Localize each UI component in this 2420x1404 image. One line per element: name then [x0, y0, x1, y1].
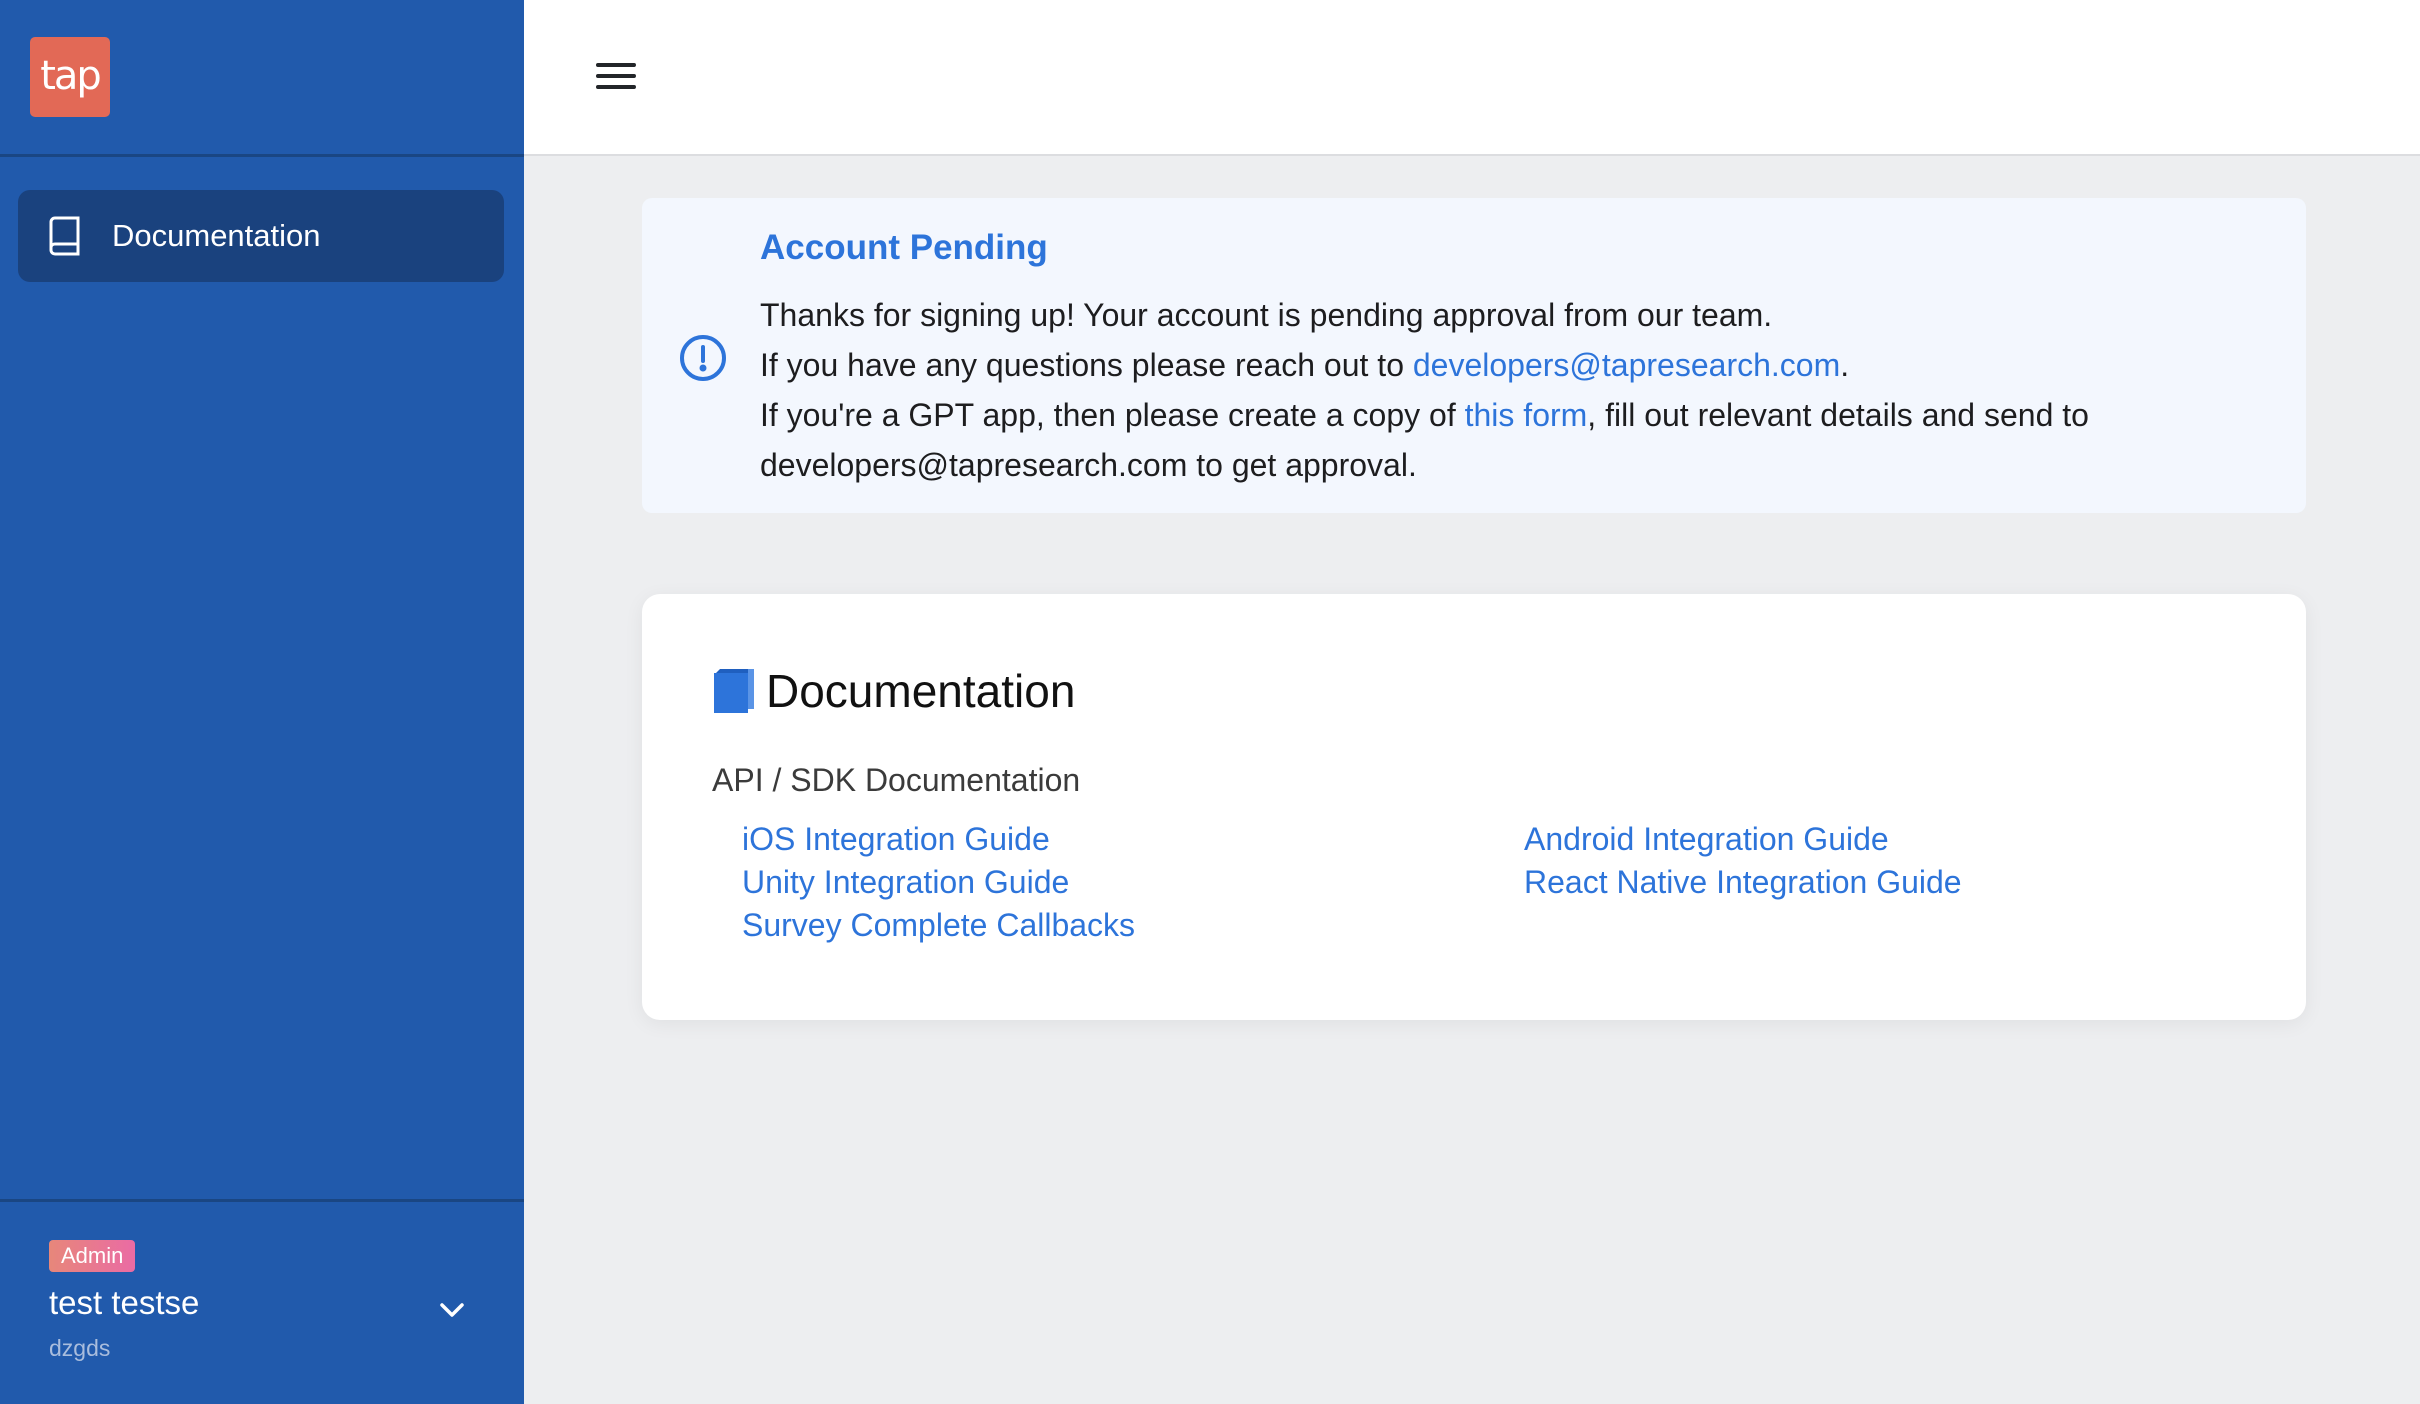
sidebar-item-label: Documentation [112, 218, 321, 253]
alert-body: Thanks for signing up! Your account is p… [760, 290, 2280, 490]
top-header [524, 0, 2420, 156]
chevron-down-icon[interactable] [436, 1298, 468, 1322]
sidebar-item-documentation[interactable]: Documentation [18, 190, 504, 282]
alert-text: If you have any questions please reach o… [760, 347, 1413, 383]
documentation-card: Documentation API / SDK Documentation iO… [642, 594, 2306, 1020]
blue-book-icon [714, 669, 754, 713]
alert-text: If you're a GPT app, then please create … [760, 397, 1465, 433]
exclamation-circle-icon [680, 335, 726, 381]
alert-line: Thanks for signing up! Your account is p… [760, 297, 1773, 333]
email-link[interactable]: developers@tapresearch.com [1413, 347, 1840, 383]
card-title: Documentation [712, 664, 1075, 718]
form-link[interactable]: this form [1465, 397, 1588, 433]
book-icon [49, 216, 80, 256]
documentation-title: Documentation [766, 665, 1076, 717]
links-right: Android Integration Guide React Native I… [1524, 818, 1962, 904]
android-guide-link[interactable]: Android Integration Guide [1524, 818, 1962, 861]
user-menu[interactable]: Admin test testse dzgds [0, 1199, 524, 1404]
unity-guide-link[interactable]: Unity Integration Guide [742, 861, 1135, 904]
account-pending-alert: Account Pending Thanks for signing up! Y… [642, 198, 2306, 513]
alert-line: If you have any questions please reach o… [760, 340, 2280, 390]
user-name: test testse [49, 1284, 200, 1321]
survey-callbacks-link[interactable]: Survey Complete Callbacks [742, 904, 1135, 947]
ios-guide-link[interactable]: iOS Integration Guide [742, 818, 1135, 861]
sidebar: tap Documentation Admin test testse dzgd… [0, 0, 524, 1404]
tap-logo[interactable]: tap [30, 37, 110, 117]
alert-text: . [1840, 347, 1850, 383]
user-org: dzgds [49, 1335, 111, 1361]
alert-line: If you're a GPT app, then please create … [760, 390, 2280, 490]
react-native-guide-link[interactable]: React Native Integration Guide [1524, 861, 1962, 904]
role-badge: Admin [49, 1240, 136, 1272]
documentation-subtitle: API / SDK Documentation [712, 762, 1081, 798]
links-left: iOS Integration Guide Unity Integration … [742, 818, 1135, 947]
sidebar-header: tap [0, 0, 524, 157]
hamburger-icon[interactable] [594, 56, 638, 96]
alert-title: Account Pending [760, 228, 1048, 267]
